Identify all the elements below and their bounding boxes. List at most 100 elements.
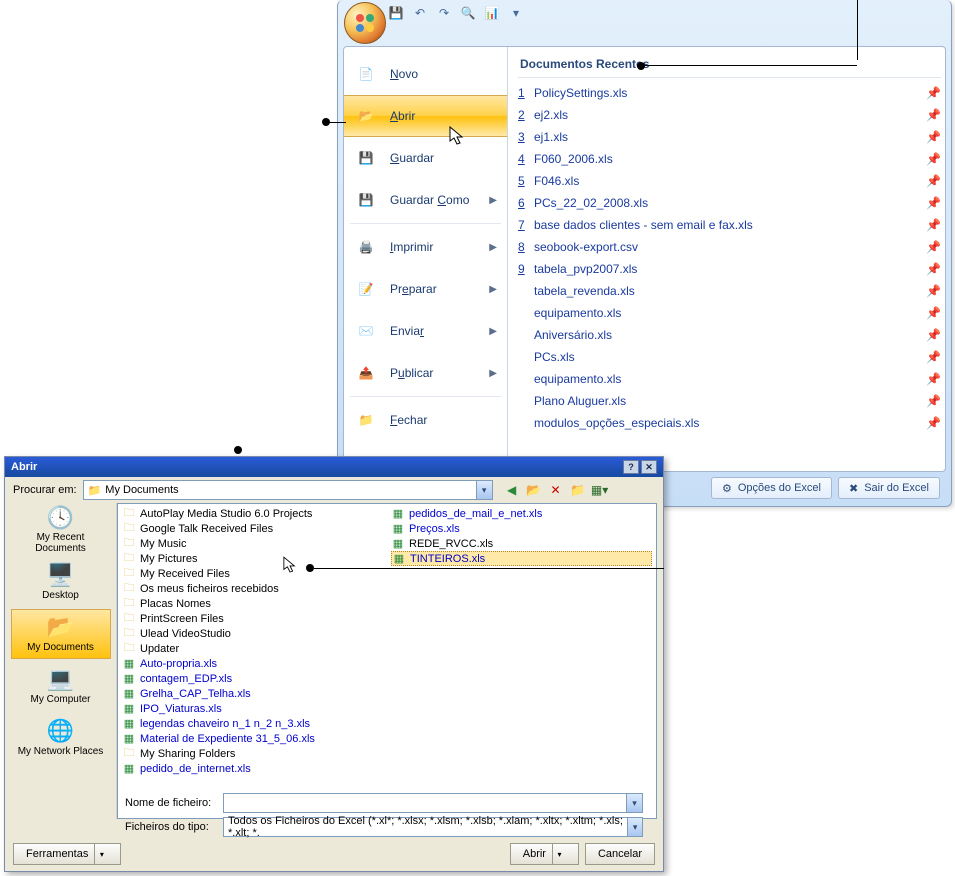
file-item[interactable]: ▦contagem_EDP.xls xyxy=(122,671,383,686)
file-item[interactable]: 🗀PrintScreen Files xyxy=(122,611,383,626)
pin-icon[interactable]: 📌 xyxy=(926,372,941,386)
recent-document-item[interactable]: 1PolicySettings.xls📌 xyxy=(518,82,941,104)
recent-document-item[interactable]: modulos_opções_especiais.xls📌 xyxy=(518,412,941,434)
pin-icon[interactable]: 📌 xyxy=(926,152,941,166)
recent-document-item[interactable]: 8seobook-export.csv📌 xyxy=(518,236,941,258)
pin-icon[interactable]: 📌 xyxy=(926,240,941,254)
back-icon[interactable]: ◀ xyxy=(503,481,521,499)
cancel-button[interactable]: Cancelar xyxy=(585,843,655,865)
recent-document-item[interactable]: equipamento.xls📌 xyxy=(518,368,941,390)
place-network[interactable]: 🌐My Network Places xyxy=(11,713,111,763)
file-item[interactable]: ▦Preços.xls xyxy=(391,521,652,536)
recent-document-item[interactable]: 5F046.xls📌 xyxy=(518,170,941,192)
file-list[interactable]: 🗀AutoPlay Media Studio 6.0 Projects🗀Goog… xyxy=(117,503,657,819)
file-item[interactable]: 🗀Placas Nomes xyxy=(122,596,383,611)
pin-icon[interactable]: 📌 xyxy=(926,262,941,276)
menu-item-open[interactable]: 📂 Abrir xyxy=(344,95,507,137)
menu-item-save[interactable]: 💾 Guardar xyxy=(344,137,507,179)
pin-icon[interactable]: 📌 xyxy=(926,416,941,430)
computer-icon: 💻 xyxy=(47,667,74,691)
pin-icon[interactable]: 📌 xyxy=(926,108,941,122)
chevron-down-icon[interactable]: ▾ xyxy=(476,481,492,499)
options-icon: ⚙ xyxy=(722,482,732,495)
save-icon[interactable]: 💾 xyxy=(386,3,406,23)
file-item[interactable]: 🗀Ulead VideoStudio xyxy=(122,626,383,641)
file-item[interactable]: ▦Grelha_CAP_Telha.xls xyxy=(122,686,383,701)
recent-icon: 🕓 xyxy=(47,506,74,530)
help-button[interactable]: ? xyxy=(623,460,639,474)
office-button[interactable] xyxy=(344,2,386,44)
filename-input[interactable]: ▾ xyxy=(223,793,643,813)
file-item[interactable]: ▦TINTEIROS.xls xyxy=(391,551,652,566)
file-item[interactable]: ▦REDE_RVCC.xls xyxy=(391,536,652,551)
pin-icon[interactable]: 📌 xyxy=(926,174,941,188)
pin-icon[interactable]: 📌 xyxy=(926,306,941,320)
recent-document-item[interactable]: Plano Aluguer.xls📌 xyxy=(518,390,941,412)
menu-item-new[interactable]: 📄 Novo xyxy=(344,53,507,95)
print-preview-icon[interactable]: 🔍 xyxy=(458,3,478,23)
pin-icon[interactable]: 📌 xyxy=(926,218,941,232)
place-desktop[interactable]: 🖥️Desktop xyxy=(11,557,111,607)
recent-document-item[interactable]: PCs.xls📌 xyxy=(518,346,941,368)
file-item[interactable]: ▦IPO_Viaturas.xls xyxy=(122,701,383,716)
tools-button[interactable]: Ferramentas▾ xyxy=(13,843,121,865)
file-item[interactable]: 🗀Updater xyxy=(122,641,383,656)
recent-document-item[interactable]: 2ej2.xls📌 xyxy=(518,104,941,126)
delete-icon[interactable]: ✕ xyxy=(547,481,565,499)
file-name: AutoPlay Media Studio 6.0 Projects xyxy=(140,508,312,520)
recent-index: 5 xyxy=(518,174,534,188)
chevron-down-icon[interactable]: ▾ xyxy=(626,794,642,812)
file-item[interactable]: 🗀Google Talk Received Files xyxy=(122,521,383,536)
new-icon: 📄 xyxy=(352,60,380,88)
recent-document-item[interactable]: 4F060_2006.xls📌 xyxy=(518,148,941,170)
recent-document-item[interactable]: Aniversário.xls📌 xyxy=(518,324,941,346)
filetype-combo[interactable]: Todos os Ficheiros do Excel (*.xl*; *.xl… xyxy=(223,817,643,837)
recent-document-item[interactable]: 7base dados clientes - sem email e fax.x… xyxy=(518,214,941,236)
place-recent[interactable]: 🕓My Recent Documents xyxy=(11,505,111,555)
menu-item-publish[interactable]: 📤 Publicar ▶ xyxy=(344,352,507,394)
open-button[interactable]: Abrir▾ xyxy=(510,843,579,865)
exit-excel-button[interactable]: ✖ Sair do Excel xyxy=(838,477,940,499)
chart-icon[interactable]: 📊 xyxy=(482,3,502,23)
chevron-down-icon[interactable]: ▾ xyxy=(627,818,642,836)
file-item[interactable]: ▦Auto-propria.xls xyxy=(122,656,383,671)
file-item[interactable]: ▦Material de Expediente 31_5_06.xls xyxy=(122,731,383,746)
recent-document-item[interactable]: tabela_revenda.xls📌 xyxy=(518,280,941,302)
menu-item-close[interactable]: 📁 Fechar xyxy=(344,399,507,441)
menu-item-save-as[interactable]: 💾 Guardar Como ▶ xyxy=(344,179,507,221)
close-button[interactable]: ✕ xyxy=(641,460,657,474)
file-item[interactable]: ▦pedido_de_internet.xls xyxy=(122,761,383,776)
qat-customize-icon[interactable]: ▾ xyxy=(506,3,526,23)
menu-item-print[interactable]: 🖨️ Imprimir ▶ xyxy=(344,226,507,268)
excel-options-button[interactable]: ⚙ Opções do Excel xyxy=(711,477,832,499)
recent-document-item[interactable]: 3ej1.xls📌 xyxy=(518,126,941,148)
dialog-titlebar[interactable]: Abrir ? ✕ xyxy=(5,457,663,477)
file-item[interactable]: ▦pedidos_de_mail_e_net.xls xyxy=(391,506,652,521)
recent-document-item[interactable]: 6PCs_22_02_2008.xls📌 xyxy=(518,192,941,214)
pin-icon[interactable]: 📌 xyxy=(926,196,941,210)
pin-icon[interactable]: 📌 xyxy=(926,130,941,144)
place-my-documents[interactable]: 📂My Documents xyxy=(11,609,111,659)
undo-icon[interactable]: ↶ xyxy=(410,3,430,23)
new-folder-icon[interactable]: 📁 xyxy=(569,481,587,499)
file-item[interactable]: 🗀AutoPlay Media Studio 6.0 Projects xyxy=(122,506,383,521)
pin-icon[interactable]: 📌 xyxy=(926,394,941,408)
pin-icon[interactable]: 📌 xyxy=(926,86,941,100)
views-icon[interactable]: ▦▾ xyxy=(591,481,609,499)
up-one-level-icon[interactable]: 📂 xyxy=(525,481,543,499)
recent-document-item[interactable]: 9tabela_pvp2007.xls📌 xyxy=(518,258,941,280)
file-item[interactable]: 🗀Os meus ficheiros recebidos xyxy=(122,581,383,596)
pin-icon[interactable]: 📌 xyxy=(926,328,941,342)
pin-icon[interactable]: 📌 xyxy=(926,350,941,364)
menu-item-send[interactable]: ✉️ Enviar ▶ xyxy=(344,310,507,352)
pin-icon[interactable]: 📌 xyxy=(926,284,941,298)
file-item[interactable]: 🗀My Sharing Folders xyxy=(122,746,383,761)
file-item[interactable]: 🗀My Pictures xyxy=(122,551,383,566)
redo-icon[interactable]: ↷ xyxy=(434,3,454,23)
file-item[interactable]: 🗀My Music xyxy=(122,536,383,551)
menu-item-prepare[interactable]: 📝 Preparar ▶ xyxy=(344,268,507,310)
look-in-combo[interactable]: 📁 My Documents ▾ xyxy=(83,480,493,500)
recent-document-item[interactable]: equipamento.xls📌 xyxy=(518,302,941,324)
file-item[interactable]: ▦legendas chaveiro n_1 n_2 n_3.xls xyxy=(122,716,383,731)
place-my-computer[interactable]: 💻My Computer xyxy=(11,661,111,711)
